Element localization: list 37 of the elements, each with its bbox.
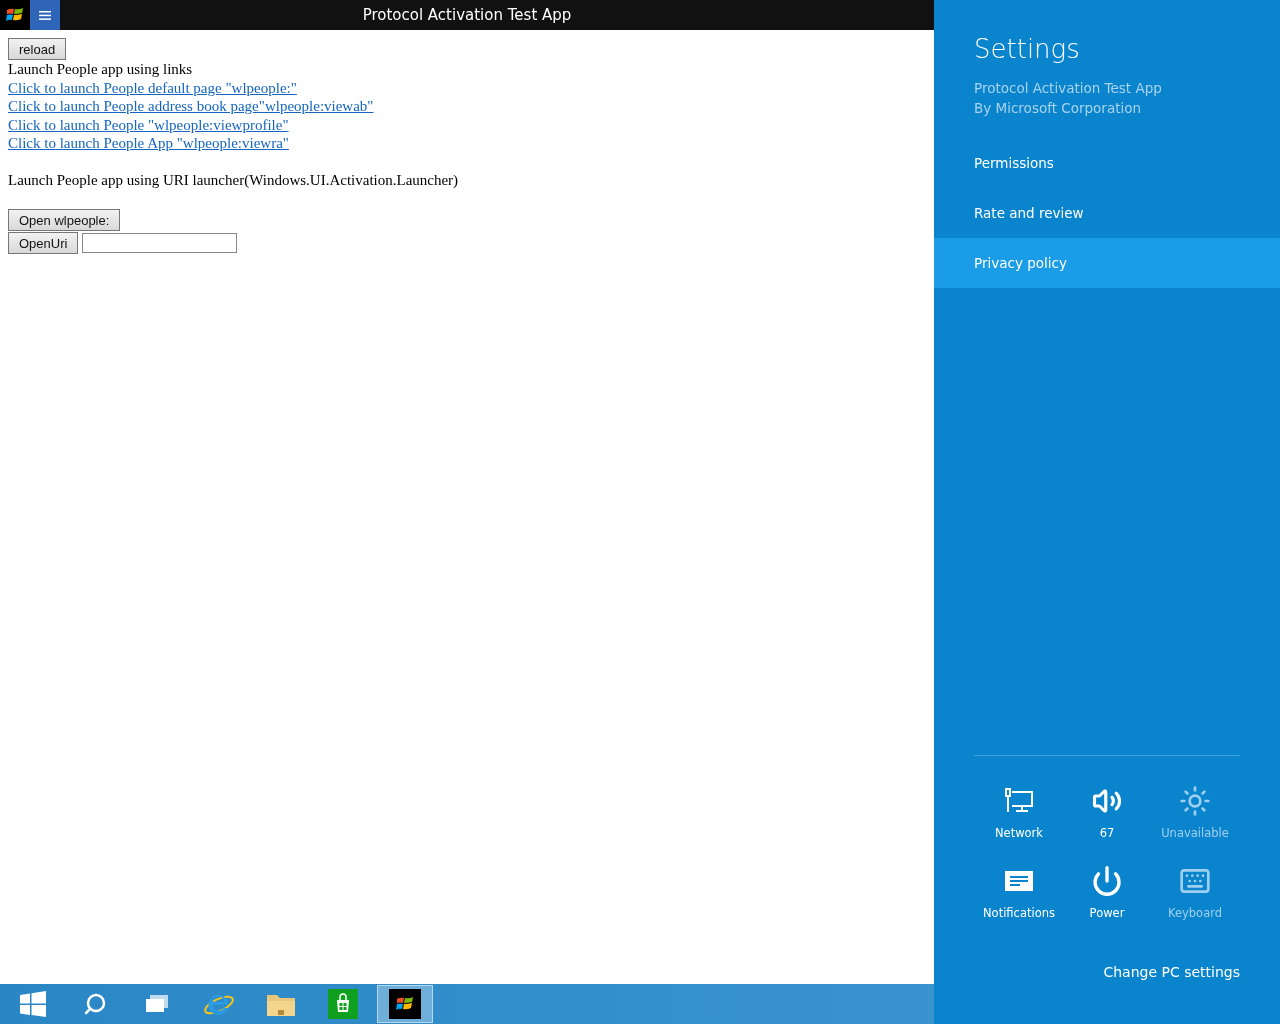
brightness-icon <box>1179 785 1211 817</box>
change-pc-settings-link[interactable]: Change PC settings <box>1103 964 1280 1024</box>
speaker-icon <box>1092 786 1122 816</box>
open-button[interactable]: Open wlpeople: <box>8 209 121 231</box>
launch-link[interactable]: Click to launch People default page "wlpeople:" <box>8 78 297 97</box>
quick-setting-button[interactable]: Notifications <box>975 864 1063 920</box>
settings-menu-item[interactable]: Privacy policy <box>934 238 1280 288</box>
window-title: Protocol Activation Test App <box>362 6 572 24</box>
search-icon <box>83 992 107 1016</box>
menu-icon <box>39 10 51 20</box>
quick-setting-button[interactable]: Power <box>1063 864 1151 920</box>
uri-input-field[interactable] <box>82 233 238 253</box>
quick-setting-button[interactable]: 67 <box>1063 784 1151 840</box>
menu-button[interactable] <box>30 0 60 30</box>
windows-flag-icon <box>6 7 24 23</box>
publisher-name: By Microsoft Corporation <box>974 99 1143 118</box>
launch-link[interactable]: Click to launch People App "wlpeople:viewra" <box>8 134 289 153</box>
power-icon <box>1091 865 1123 897</box>
settings-menu-item[interactable]: Rate and review <box>934 188 1280 238</box>
task-view-icon <box>145 995 169 1013</box>
open-uri-button[interactable]: OpenUri <box>8 232 79 254</box>
windows-logo-icon <box>20 991 46 1017</box>
panel-title: Settings <box>973 33 1081 66</box>
taskbar-button[interactable] <box>377 985 433 1023</box>
reload-button[interactable]: reload <box>8 38 67 60</box>
section-heading: Launch People app using URI launcher(Windows.UI.Activation.Launcher) <box>8 170 459 189</box>
quick-setting-button[interactable]: Network <box>975 784 1063 840</box>
app-name: Protocol Activation Test App <box>974 79 1163 98</box>
notifications-icon <box>1004 870 1034 892</box>
section-heading: Launch People app using links <box>8 60 193 79</box>
launch-link[interactable]: Click to launch People address book page"wlpeople:viewab" <box>8 97 374 116</box>
app-icon-button[interactable] <box>0 0 30 30</box>
launch-link[interactable]: Click to launch People "wlpeople:viewprofile" <box>8 115 289 134</box>
app-flag-icon <box>389 989 421 1019</box>
settings-menu-item[interactable]: Permissions <box>934 138 1280 188</box>
network-monitor-icon <box>1004 788 1034 814</box>
store-bag-icon <box>328 989 358 1019</box>
